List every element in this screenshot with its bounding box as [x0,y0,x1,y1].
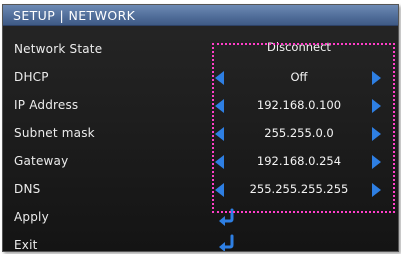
row-gateway[interactable]: Gateway 192.168.0.254 [3,149,398,175]
row-dhcp[interactable]: DHCP Off [3,65,398,91]
row-subnet-mask[interactable]: Subnet mask 255.255.0.0 [3,121,398,147]
arrow-right-icon[interactable] [372,155,381,169]
subnet-mask-label: Subnet mask [14,126,95,140]
arrow-left-icon[interactable] [215,155,224,169]
row-exit[interactable]: Exit [3,233,398,252]
ip-address-value: 192.168.0.100 [256,98,342,112]
subnet-mask-value: 255.255.0.0 [264,126,334,140]
arrow-left-icon[interactable] [215,183,224,197]
menu-title: SETUP | NETWORK [3,5,398,26]
gateway-value: 192.168.0.254 [256,154,342,168]
arrow-left-icon[interactable] [215,71,224,85]
row-dns[interactable]: DNS 255.255.255.255 [3,177,398,203]
network-state-label: Network State [14,42,103,56]
row-ip-address[interactable]: IP Address 192.168.0.100 [3,93,398,119]
enter-return-icon[interactable] [216,233,238,252]
exit-label: Exit [14,238,38,252]
arrow-right-icon[interactable] [372,127,381,141]
arrow-right-icon[interactable] [372,183,381,197]
enter-return-icon[interactable] [216,207,238,229]
dhcp-label: DHCP [14,70,49,84]
arrow-left-icon[interactable] [215,127,224,141]
apply-label: Apply [14,210,49,224]
arrow-left-icon[interactable] [215,99,224,113]
arrow-right-icon[interactable] [372,71,381,85]
dns-value: 255.255.255.255 [249,182,349,196]
network-state-value: Disconnect [267,40,331,54]
row-network-state: Network State Disconnect [3,37,398,63]
arrow-right-icon[interactable] [372,99,381,113]
ip-address-label: IP Address [14,98,79,112]
gateway-label: Gateway [14,154,69,168]
dhcp-value: Off [290,70,308,84]
osd-menu-panel: SETUP | NETWORK Network State Disconnect… [2,4,399,252]
dns-label: DNS [14,182,41,196]
row-apply[interactable]: Apply [3,205,398,231]
